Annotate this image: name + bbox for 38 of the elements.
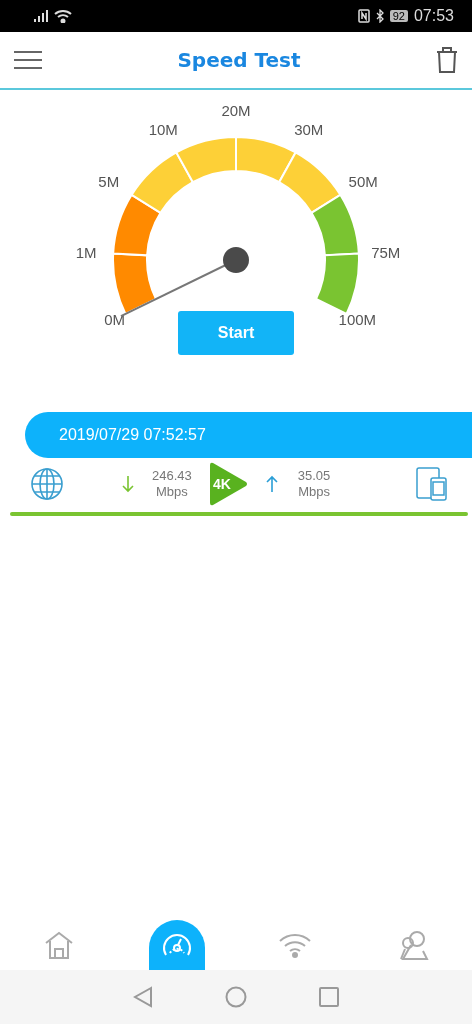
download-speed: 246.43 — [152, 468, 192, 484]
test-timestamp: 2019/07/29 07:52:57 — [59, 426, 206, 444]
wifi-icon — [54, 9, 72, 23]
bluetooth-icon — [375, 9, 384, 23]
screen-title: Speed Test — [176, 48, 302, 72]
start-button[interactable]: Start — [178, 311, 294, 355]
home-icon — [44, 930, 74, 960]
recents-icon[interactable] — [319, 987, 339, 1007]
users-icon — [397, 929, 429, 961]
upload-unit: Mbps — [298, 484, 330, 500]
menu-icon[interactable] — [14, 50, 42, 70]
upload-speed: 35.05 — [297, 468, 331, 484]
scale-label: 5M — [98, 172, 120, 190]
upload-arrow-icon — [265, 475, 278, 493]
nav-tab[interactable] — [149, 920, 205, 970]
back-icon[interactable] — [133, 986, 153, 1008]
globe-icon — [30, 467, 64, 501]
scale-label: 1M — [75, 244, 97, 262]
trash-icon[interactable] — [436, 46, 458, 74]
result-header[interactable]: 2019/07/29 07:52:57 — [25, 412, 472, 458]
clock: 07:53 — [413, 7, 454, 25]
resolution-badge: 4K — [207, 462, 248, 506]
nfc-icon — [357, 9, 370, 23]
scale-label: 0M — [104, 311, 126, 329]
scale-label: 20M — [221, 102, 251, 119]
devices-icon — [416, 467, 448, 501]
download-arrow-icon — [122, 475, 134, 493]
scale-label: 30M — [294, 120, 324, 138]
battery-indicator: 92 — [389, 10, 408, 22]
scale-label: 50M — [348, 172, 378, 190]
needle-hub — [223, 247, 249, 273]
scale-label: 75M — [371, 244, 401, 262]
signal-icon — [34, 10, 50, 22]
wifi-icon — [278, 932, 312, 958]
scale-label: 10M — [148, 120, 178, 138]
home-button-icon[interactable] — [225, 986, 247, 1008]
scale-label: 100M — [338, 311, 377, 329]
download-unit: Mbps — [156, 484, 188, 500]
